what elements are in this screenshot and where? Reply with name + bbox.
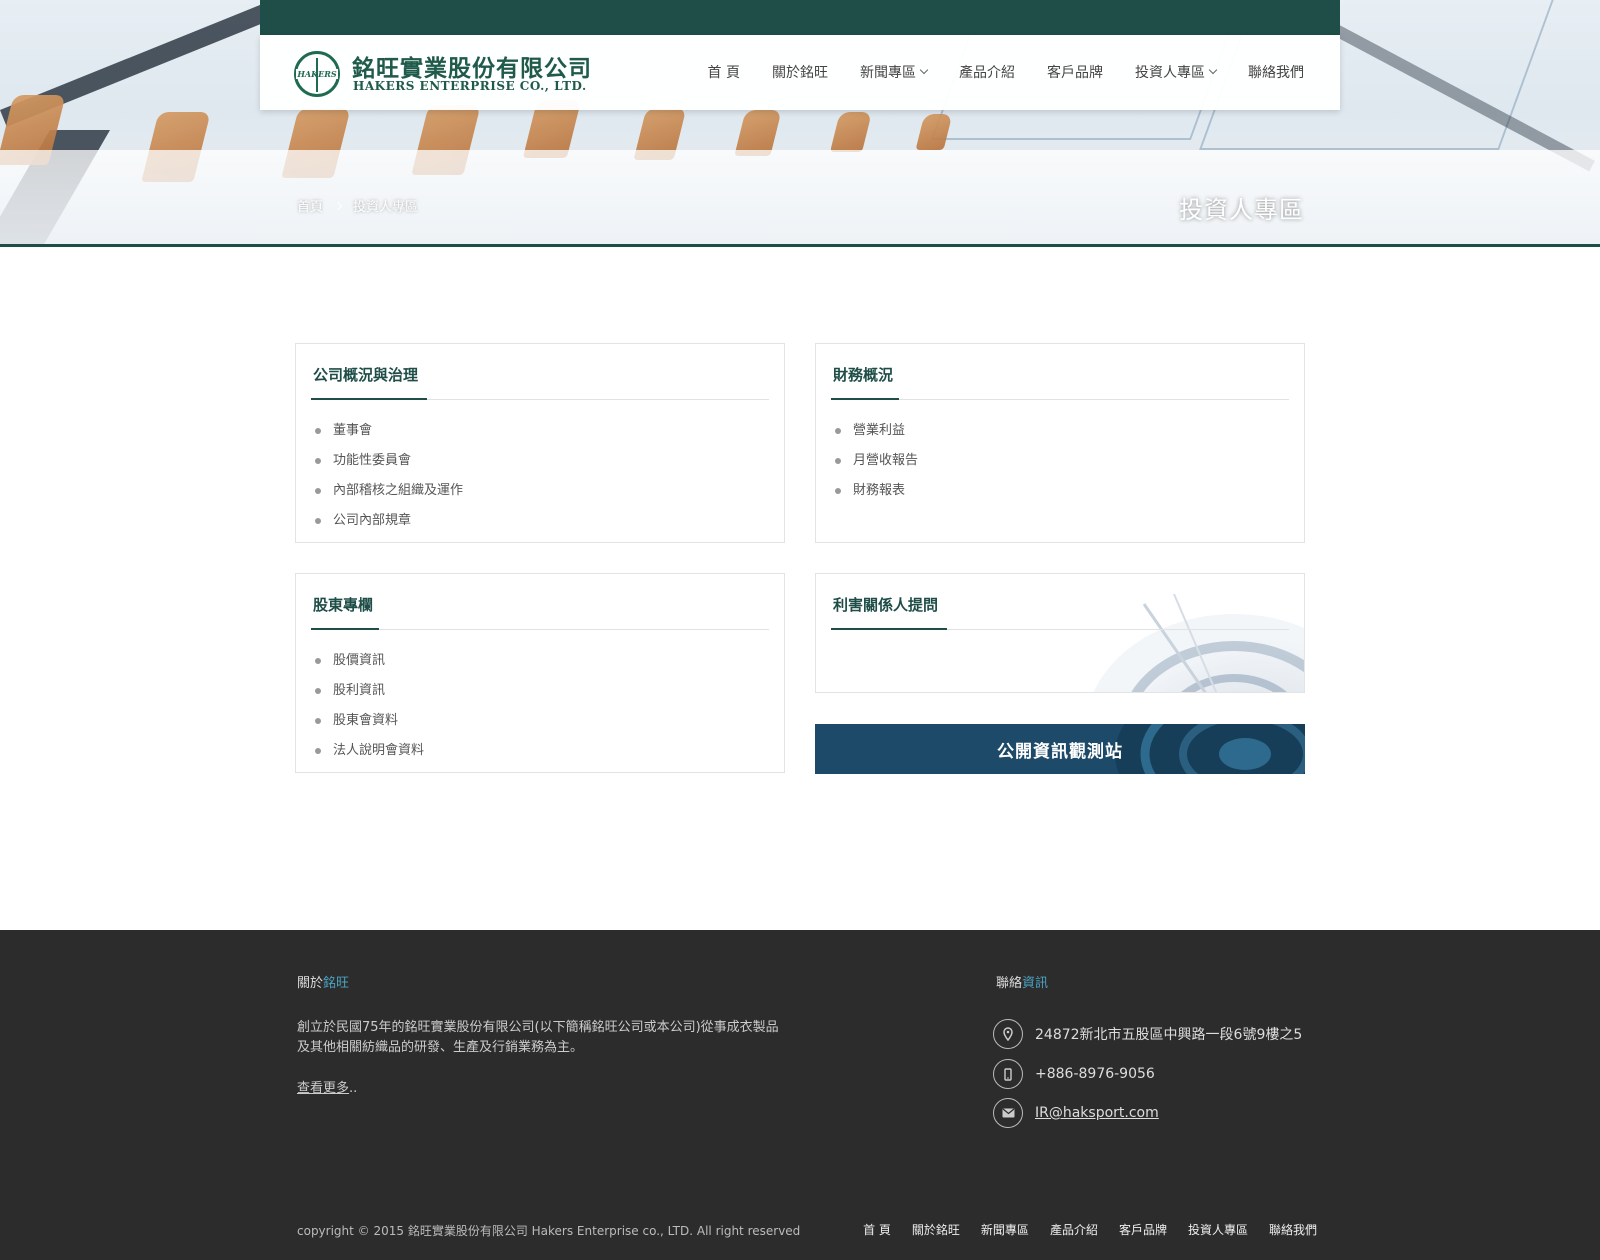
chevron-down-icon [919,65,929,75]
list-item[interactable]: 公司內部規章 [315,506,463,536]
panel-title: 公司概況與治理 [313,366,419,384]
breadcrumb-current: 投資人專區 [353,200,419,215]
main-nav: 首 頁 關於銘旺 新聞專區 產品介紹 客戶品牌 投資人專區 聯絡我們 [692,62,1304,82]
breadcrumb: 首頁 投資人專區 [297,196,418,215]
link-list: 董事會 功能性委員會 內部稽核之組織及運作 公司內部規章 [315,416,463,536]
contact-email[interactable]: IR@haksport.com [993,1098,1159,1128]
nav-investors[interactable]: 投資人專區 [1119,62,1232,82]
copyright: copyright © 2015 銘旺實業股份有限公司 Hakers Enter… [297,1224,801,1238]
list-item[interactable]: 財務報表 [835,476,918,506]
nav-about[interactable]: 關於銘旺 [756,62,844,82]
contact-address: 24872新北市五股區中興路一段6號9樓之5 [993,1019,1302,1049]
list-item[interactable]: 月營收報告 [835,446,918,476]
divider [311,629,769,630]
logo-icon[interactable]: HAKERS [294,51,340,97]
panel-title: 股東專欄 [313,596,374,614]
list-item[interactable]: 董事會 [315,416,463,446]
map-pin-icon [993,1019,1023,1049]
list-item[interactable]: 股利資訊 [315,676,424,706]
navbar: HAKERS 銘旺實業股份有限公司 HAKERS ENTERPRISE CO.,… [260,35,1340,110]
nav-brands[interactable]: 客戶品牌 [1031,62,1119,82]
mobile-phone-icon [993,1059,1023,1089]
chair [915,114,953,150]
nav-news[interactable]: 新聞專區 [844,62,943,82]
nav-home[interactable]: 首 頁 [692,62,756,82]
panel-stakeholders[interactable]: 利害關係人提問 [815,573,1305,693]
list-item[interactable]: 法人說明會資料 [315,736,424,766]
footer-nav-investors[interactable]: 投資人專區 [1188,1221,1248,1238]
list-item[interactable]: 內部稽核之組織及運作 [315,476,463,506]
mops-label: 公開資訊觀測站 [997,741,1123,762]
footer-nav-brands[interactable]: 客戶品牌 [1119,1221,1167,1238]
mops-button[interactable]: 公開資訊觀測站 [815,724,1305,774]
footer-more-link[interactable]: 查看更多.. [297,1077,357,1096]
footer-contact-heading: 聯絡資訊 [996,976,1049,991]
footer-nav-contact[interactable]: 聯絡我們 [1269,1221,1317,1238]
divider-accent [831,398,899,400]
chevron-down-icon [1208,65,1218,75]
panel-finance: 財務概況 營業利益 月營收報告 財務報表 [815,343,1305,543]
hero-banner: HAKERS 銘旺實業股份有限公司 HAKERS ENTERPRISE CO.,… [0,0,1600,247]
footer-nav: 首 頁 關於銘旺 新聞專區 產品介紹 客戶品牌 投資人專區 聯絡我們 [863,1221,1317,1238]
page-title: 投資人專區 [1179,196,1304,224]
chevron-right-icon [333,201,343,210]
list-item[interactable]: 股東會資料 [315,706,424,736]
link-list: 營業利益 月營收報告 財務報表 [835,416,918,506]
footer-nav-news[interactable]: 新聞專區 [981,1221,1029,1238]
panel-governance: 公司概況與治理 董事會 功能性委員會 內部稽核之組織及運作 公司內部規章 [295,343,785,543]
divider-accent [311,398,427,400]
link-list: 股價資訊 股利資訊 股東會資料 法人說明會資料 [315,646,424,766]
footer-nav-home[interactable]: 首 頁 [863,1221,891,1238]
top-bar [260,0,1340,35]
envelope-icon [993,1098,1023,1128]
logo-title[interactable]: 銘旺實業股份有限公司 [352,49,592,83]
conference-table [0,150,1600,244]
chair [830,112,872,152]
footer-about-text: 創立於民國75年的銘旺實業股份有限公司(以下簡稱銘旺公司或本公司)從事成衣製品及… [297,1020,779,1055]
logo-subtitle: HAKERS ENTERPRISE CO., LTD. [353,79,587,93]
target-graphic [1093,594,1304,692]
nav-products[interactable]: 產品介紹 [943,62,1031,82]
list-item[interactable]: 功能性委員會 [315,446,463,476]
divider [831,399,1289,400]
target-graphic [1115,724,1305,774]
contact-phone: +886-8976-9056 [993,1059,1155,1089]
footer-nav-about[interactable]: 關於銘旺 [912,1221,960,1238]
divider-accent [311,628,379,630]
panel-shareholders: 股東專欄 股價資訊 股利資訊 股東會資料 法人說明會資料 [295,573,785,773]
nav-contact[interactable]: 聯絡我們 [1232,62,1304,82]
breadcrumb-home[interactable]: 首頁 [297,196,323,215]
footer: 關於銘旺 創立於民國75年的銘旺實業股份有限公司(以下簡稱銘旺公司或本公司)從事… [0,930,1600,1260]
footer-nav-products[interactable]: 產品介紹 [1050,1221,1098,1238]
divider-accent [831,628,947,630]
list-item[interactable]: 股價資訊 [315,646,424,676]
panel-title: 財務概況 [833,366,894,384]
footer-about-heading: 關於銘旺 [297,976,350,991]
panel-title: 利害關係人提問 [833,596,939,614]
list-item[interactable]: 營業利益 [835,416,918,446]
